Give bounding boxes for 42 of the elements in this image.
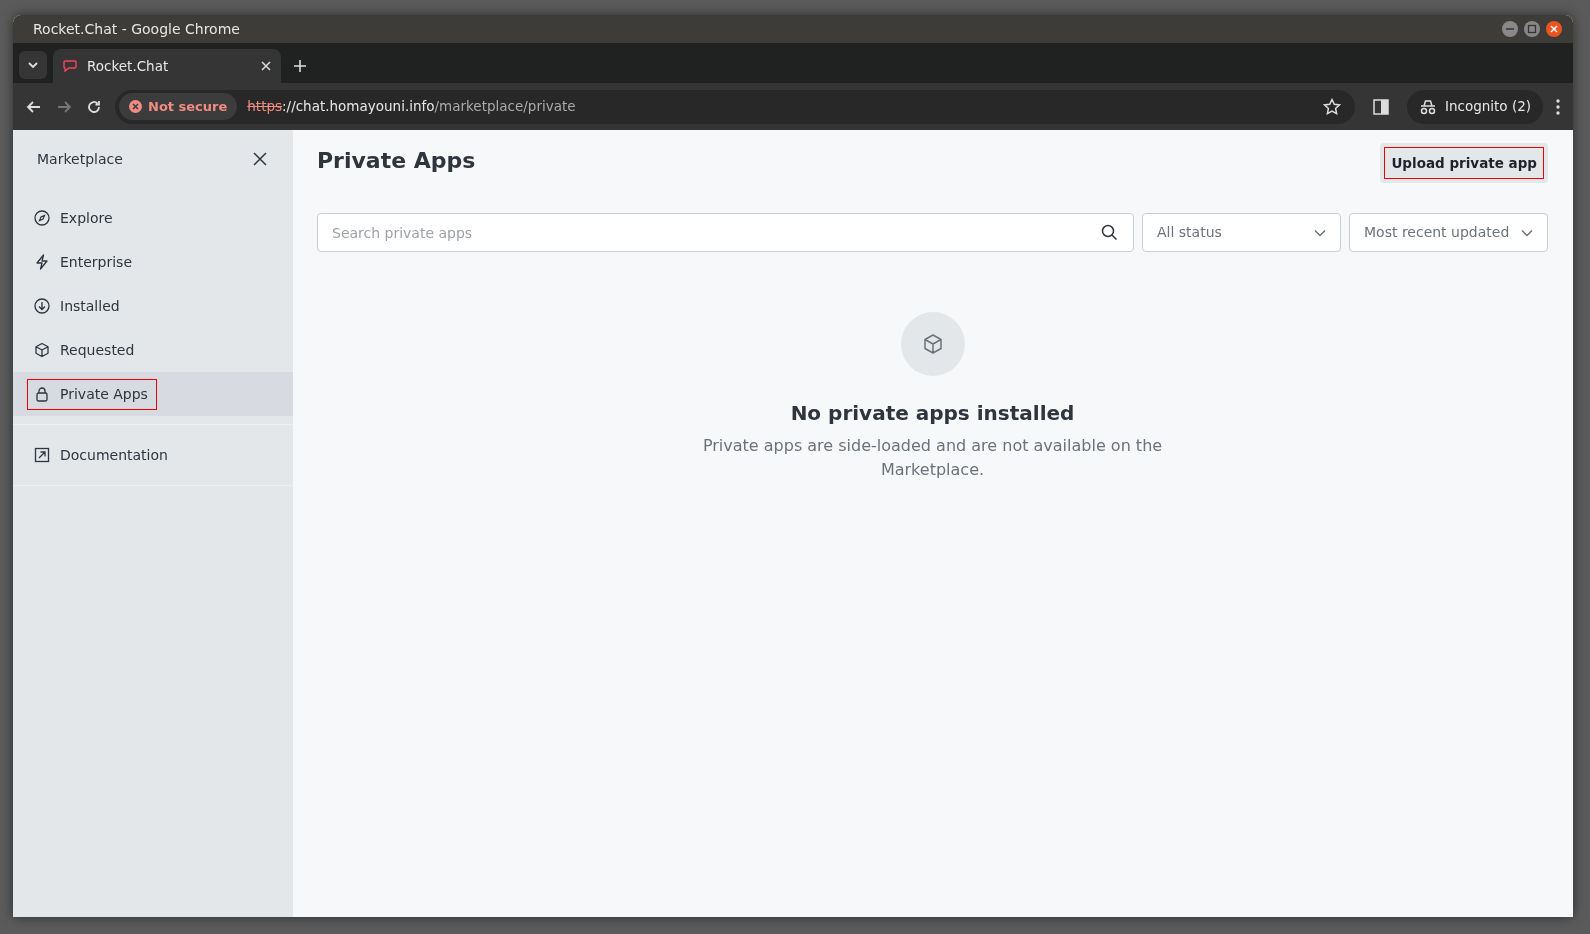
chevron-down-icon [1314,228,1326,237]
error-icon [129,100,142,113]
search-icon [1101,224,1118,242]
compass-icon [34,210,50,226]
search-field[interactable]: Search private apps [317,213,1134,253]
empty-state-description: Private apps are side-loaded and are not available on the Marketplace. [701,435,1164,482]
menu-icon[interactable] [1555,97,1561,116]
chevron-down-icon [1521,228,1533,237]
minimize-icon[interactable] [1501,20,1519,38]
tab-search-icon[interactable] [19,51,47,79]
star-icon[interactable] [1322,97,1341,116]
incognito-icon [1418,98,1437,115]
url-text: https://chat.homayouni.info/marketplace/private [247,97,577,117]
empty-state-title: No private apps installed [790,400,1075,428]
tab-title: Rocket.Chat [87,56,170,76]
address-bar[interactable]: Not secure https://chat.homayouni.info/marketplace/private [115,89,1355,124]
page-title: Private Apps [317,147,476,175]
external-link-icon [34,447,50,463]
browser-tab[interactable]: Rocket.Chat [53,49,281,83]
new-tab-icon[interactable] [293,59,307,73]
lightning-icon [34,254,50,270]
sidebar-item[interactable]: Documentation [13,433,293,477]
lock-icon [34,386,50,402]
upload-private-app-button[interactable]: Upload private app [1380,143,1548,184]
incognito-button[interactable]: Incognito (2) [1406,89,1543,124]
sidebar-item[interactable]: Private Apps [13,372,293,416]
window-title: Rocket.Chat - Google Chrome [33,19,241,39]
maximize-icon[interactable] [1523,20,1541,38]
side-panel-icon[interactable] [1372,98,1389,115]
close-icon[interactable] [1545,20,1563,38]
download-icon [34,298,50,314]
sidebar-title: Marketplace [37,149,123,169]
dropdown[interactable]: All status [1142,213,1341,253]
sidebar-item[interactable]: Explore [13,196,293,240]
dropdown[interactable]: Most recent updated [1349,213,1548,253]
chat-bubble-icon [63,60,77,72]
close-icon[interactable] [253,152,267,166]
sidebar-item[interactable]: Installed [13,284,293,328]
sidebar-item[interactable]: Requested [13,328,293,372]
cube-icon [34,342,50,358]
sidebar-item[interactable]: Enterprise [13,240,293,284]
security-chip[interactable]: Not secure [119,92,238,121]
